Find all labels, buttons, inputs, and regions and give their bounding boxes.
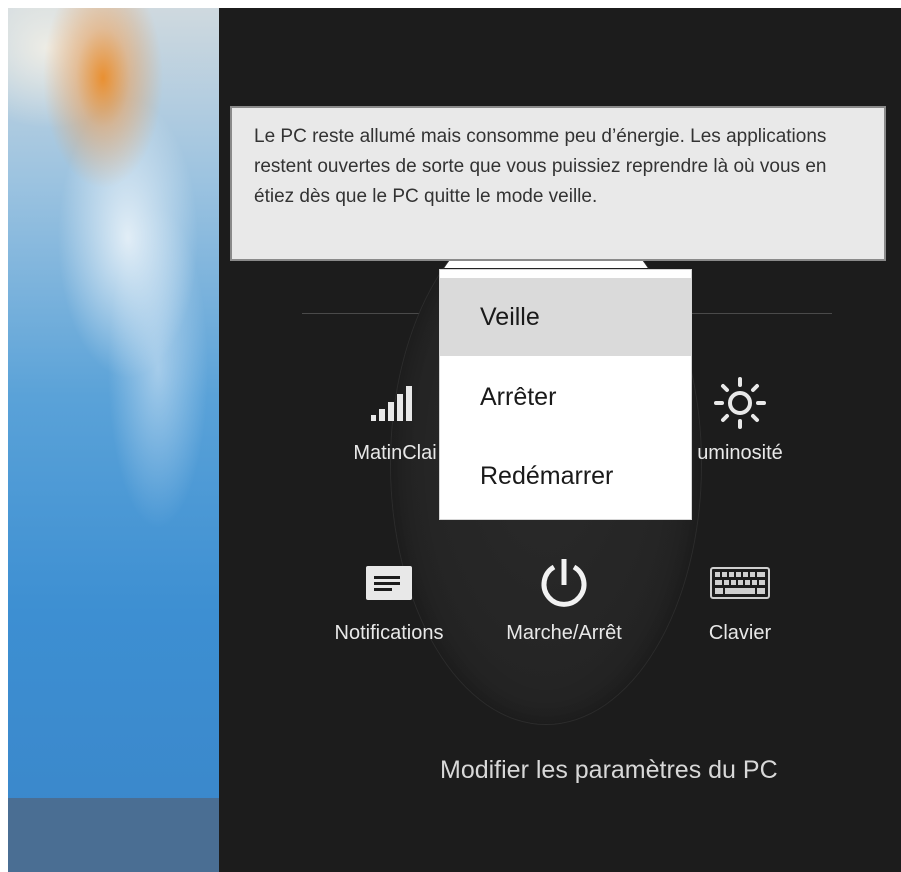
screen: Le PC reste allumé mais consomme peu d’é…	[8, 8, 901, 872]
sleep-tooltip: Le PC reste allumé mais consomme peu d’é…	[230, 106, 886, 261]
keyboard-icon	[665, 558, 815, 608]
notifications-icon	[314, 558, 464, 608]
desktop-wallpaper	[8, 8, 219, 872]
tile-notifications-label: Notifications	[334, 622, 444, 644]
tooltip-text: Le PC reste allumé mais consomme peu d’é…	[254, 126, 827, 207]
power-menu: Veille Arrêter Redémarrer	[440, 270, 691, 519]
taskbar	[8, 798, 219, 872]
tile-power-label: Marche/Arrêt	[506, 622, 622, 644]
tile-keyboard[interactable]: Clavier	[665, 558, 815, 645]
tile-keyboard-label: Clavier	[708, 622, 772, 644]
tile-notifications[interactable]: Notifications	[314, 558, 464, 645]
tile-power[interactable]: Marche/Arrêt	[489, 558, 639, 645]
power-icon	[489, 558, 639, 608]
change-pc-settings-link[interactable]: Modifier les paramètres du PC	[440, 756, 778, 785]
menu-item-sleep[interactable]: Veille	[440, 278, 691, 356]
menu-item-shutdown[interactable]: Arrêter	[440, 358, 691, 436]
menu-item-restart[interactable]: Redémarrer	[440, 437, 691, 515]
